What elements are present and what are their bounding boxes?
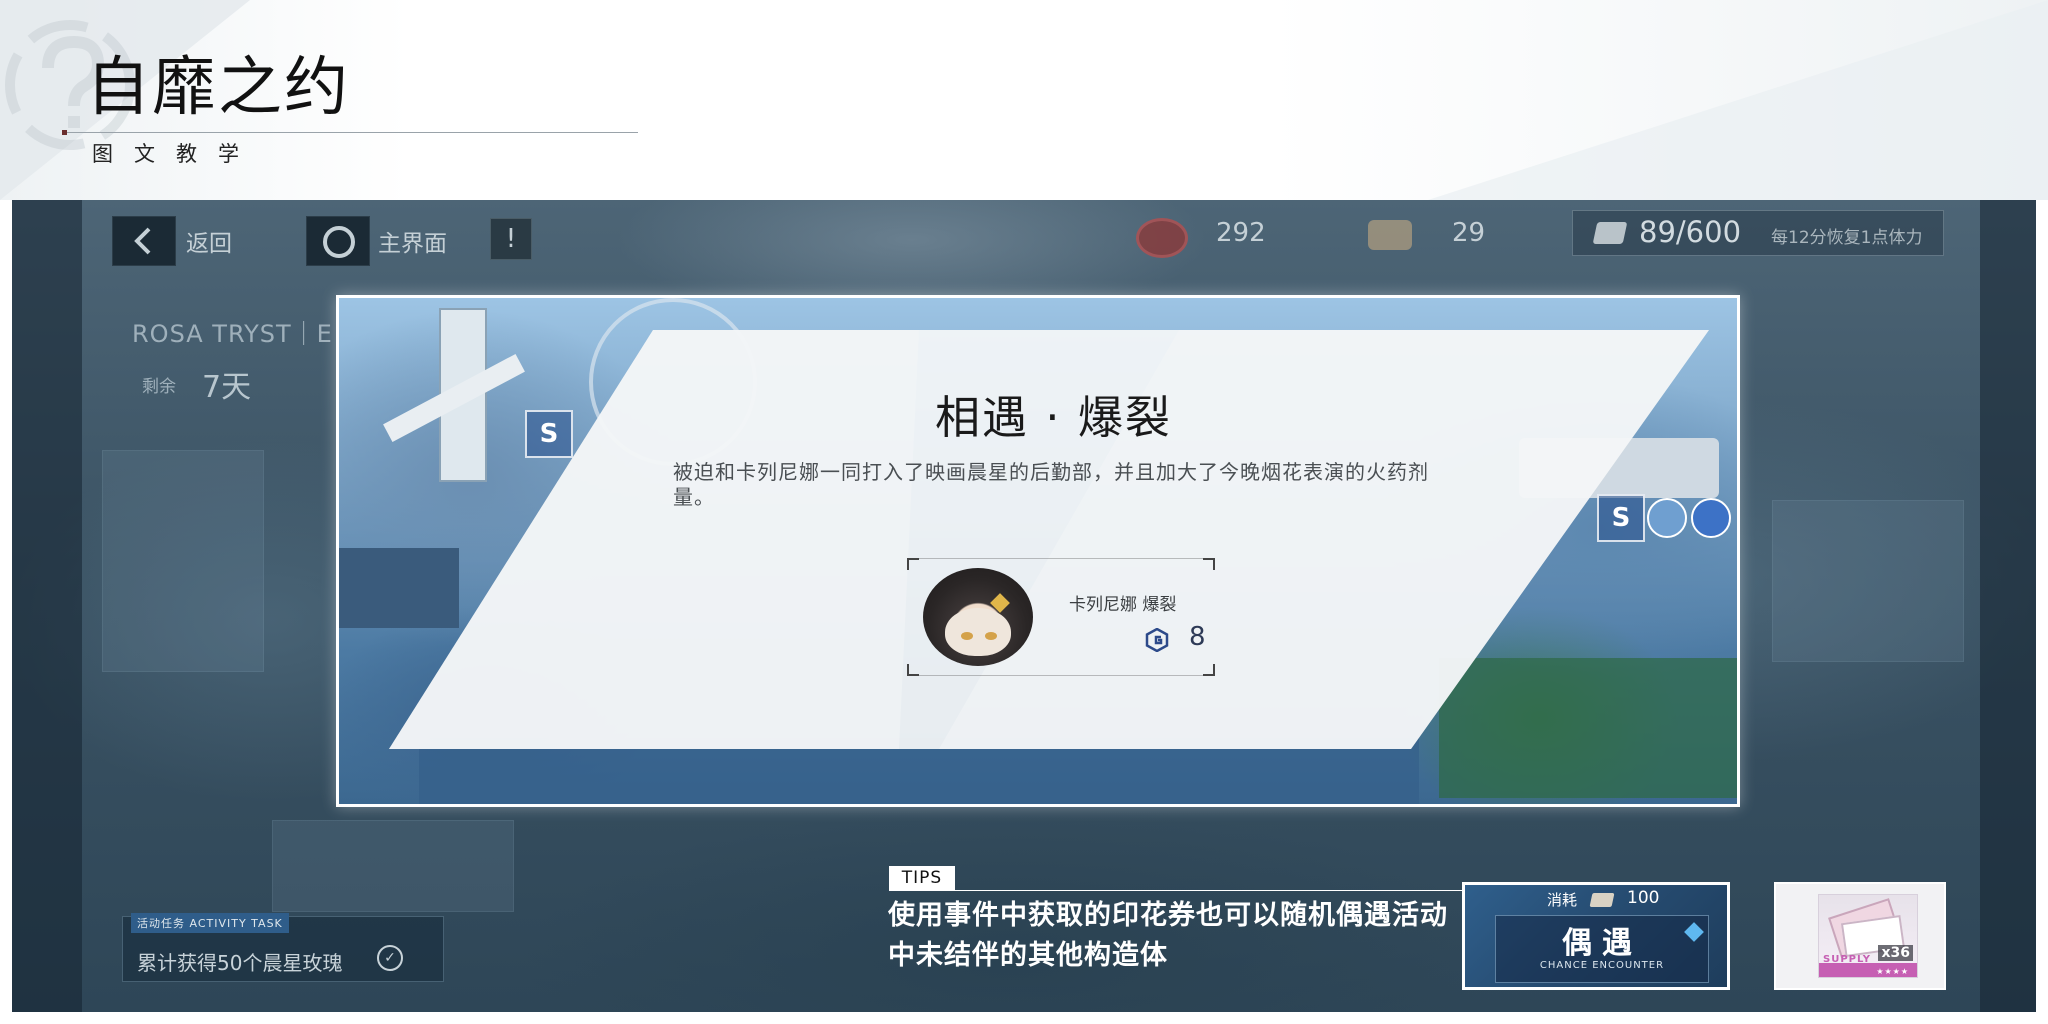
- remaining-time-value: 7天: [202, 370, 252, 405]
- building-illustration: [339, 548, 459, 628]
- home-label[interactable]: 主界面: [378, 224, 447, 258]
- ticket-icon: [1589, 893, 1615, 907]
- supply-item-card[interactable]: SUPPLY x36 ★★★★: [1774, 882, 1946, 990]
- home-icon: [323, 226, 355, 258]
- header-decoration-right: [1428, 0, 2048, 200]
- star-icon: ★★★★: [1876, 967, 1909, 976]
- background-building: [272, 820, 514, 912]
- background-building: [1772, 500, 1964, 662]
- left-edge-shade: [12, 200, 82, 1012]
- chance-encounter-button[interactable]: 消耗 100 偶遇 CHANCE ENCOUNTER: [1462, 882, 1730, 990]
- activity-task-text: 累计获得50个晨星玫瑰: [137, 951, 343, 975]
- activity-task[interactable]: 活动任务 ACTIVITY TASK 累计获得50个晨星玫瑰 ✓: [122, 913, 444, 982]
- encounter-button-label: 偶遇: [1562, 926, 1642, 961]
- tips-label: TIPS: [889, 866, 955, 890]
- encounter-description: 被迫和卡列尼娜一同打入了映画晨星的后勤部，并且加大了今晚烟花表演的火药剂量。: [673, 460, 1429, 509]
- character-card[interactable]: 卡列尼娜 爆裂 8: [907, 558, 1215, 676]
- activity-task-tag: 活动任务 ACTIVITY TASK: [131, 913, 289, 933]
- ticket-currency-icon: [1368, 220, 1412, 250]
- stamina-value: 89/600: [1639, 215, 1742, 249]
- encounter-popup: S S 相遇 · 爆裂 被迫和卡列尼娜一同打入了映画晨星的后勤部，并且加大了今晚…: [336, 295, 1740, 807]
- plus-icon: [1647, 498, 1687, 538]
- park-illustration: [1439, 658, 1737, 798]
- stamina-display[interactable]: 89/600 每12分恢复1点体力: [1572, 210, 1944, 256]
- character-name: 卡列尼娜 爆裂: [1069, 595, 1177, 615]
- game-screenshot: 返回 主界面 ! 292 29 89/600 每12分恢复1点体力 ROSA T…: [12, 200, 2036, 1012]
- map-marker-s-right: S: [1597, 494, 1645, 542]
- ticket-currency-value: 29: [1452, 218, 1486, 248]
- stamina-icon: [1592, 222, 1628, 244]
- title-underline-dot: [62, 130, 67, 135]
- page-title: 自靡之约: [86, 51, 350, 125]
- supply-item-image: SUPPLY x36 ★★★★: [1818, 894, 1918, 978]
- remaining-time-label: 剩余: [142, 377, 176, 397]
- diamond-icon: [1691, 498, 1731, 538]
- page-header: 自靡之约 图文教学: [0, 0, 2048, 200]
- info-button[interactable]: !: [490, 218, 532, 260]
- encounter-cost-value: 100: [1627, 888, 1660, 908]
- encounter-cost-label: 消耗: [1547, 891, 1578, 909]
- event-name: ROSA TRYST｜E: [132, 320, 333, 348]
- bond-icon: [1145, 628, 1169, 652]
- back-button[interactable]: [112, 216, 176, 266]
- right-edge-shade: [1980, 200, 2036, 1012]
- encounter-title: 相遇 · 爆裂: [935, 391, 1172, 444]
- rose-currency-icon: [1136, 218, 1188, 258]
- tips-text: 使用事件中获取的印花券也可以随机偶遇活动中未结伴的其他构造体: [888, 900, 1448, 971]
- map-marker-s: S: [525, 410, 573, 458]
- supply-item-quantity: x36: [1878, 945, 1913, 961]
- home-button[interactable]: [306, 216, 370, 266]
- chevron-left-icon: [134, 227, 151, 255]
- background-building: [102, 450, 264, 672]
- tips-divider: [889, 890, 1473, 891]
- bond-value: 8: [1189, 622, 1206, 652]
- check-icon: ✓: [377, 945, 403, 971]
- title-underline: [62, 132, 638, 133]
- back-label[interactable]: 返回: [186, 224, 232, 258]
- character-avatar: [923, 568, 1033, 666]
- rose-currency-value: 292: [1216, 218, 1266, 248]
- page-subtitle: 图文教学: [92, 142, 260, 166]
- encounter-button-label-en: CHANCE ENCOUNTER: [1539, 960, 1665, 971]
- stamina-recovery-note: 每12分恢复1点体力: [1771, 228, 1923, 248]
